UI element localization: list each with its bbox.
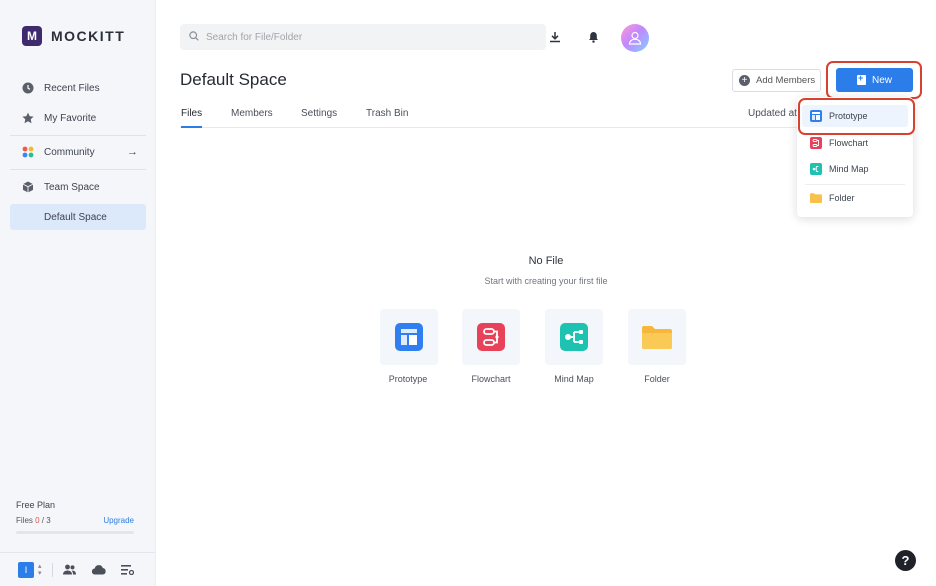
footer-divider: [51, 562, 53, 577]
new-button-label: New: [871, 74, 892, 86]
tile-label: Folder: [644, 374, 670, 384]
community-icon: [22, 146, 34, 158]
sidebar-item-team-space[interactable]: Team Space: [10, 174, 146, 200]
chevron-up-down-icon[interactable]: ▴ ▾: [38, 563, 42, 577]
sidebar-item-label: My Favorite: [44, 112, 97, 124]
upgrade-link[interactable]: Upgrade: [103, 516, 134, 525]
sidebar-item-my-favorite[interactable]: My Favorite: [10, 105, 146, 131]
new-button[interactable]: New: [836, 68, 913, 92]
create-folder-tile[interactable]: [628, 309, 686, 365]
empty-state-title: No File: [528, 255, 564, 267]
tile-label: Prototype: [388, 374, 428, 384]
user-avatar[interactable]: [621, 24, 649, 52]
sidebar-item-label: Community: [44, 146, 95, 158]
bell-icon[interactable]: [586, 30, 600, 44]
tab-files[interactable]: Files: [181, 108, 203, 128]
sidebar-item-label: Recent Files: [44, 82, 100, 94]
sidebar-item-label: Team Space: [44, 181, 100, 193]
mind-map-icon: [810, 163, 822, 175]
clock-icon: [22, 82, 34, 94]
arrow-right-icon: →: [127, 146, 138, 158]
create-flowchart-tile[interactable]: [462, 309, 520, 365]
brand-logo[interactable]: M MOCKITT: [22, 26, 125, 46]
new-file-icon: [856, 73, 866, 85]
search-input[interactable]: [206, 31, 506, 43]
files-usage: Files 0 / 3: [16, 516, 51, 525]
prototype-item-highlight: [798, 98, 915, 135]
sort-updated-at[interactable]: Updated at: [748, 108, 797, 119]
flowchart-icon: [477, 323, 505, 351]
user-icon: [628, 31, 642, 45]
sidebar: M MOCKITT Recent Files My Favorite Commu…: [0, 0, 156, 586]
mockitt-logo-icon: M: [22, 26, 42, 46]
sidebar-item-community[interactable]: Community →: [10, 139, 146, 165]
folder-icon: [810, 192, 822, 204]
mind-map-icon: [560, 323, 588, 351]
plan-usage-row: Files 0 / 3 Upgrade: [16, 516, 134, 525]
search-bar[interactable]: [180, 24, 546, 50]
empty-state-subtitle: Start with creating your first file: [484, 276, 608, 286]
help-button[interactable]: ?: [895, 550, 916, 571]
tab-trash-bin[interactable]: Trash Bin: [366, 108, 408, 128]
tab-members[interactable]: Members: [231, 108, 273, 128]
team-avatar[interactable]: I: [18, 561, 34, 578]
sidebar-divider: [10, 135, 146, 136]
tab-settings[interactable]: Settings: [301, 108, 337, 128]
flowchart-icon: [810, 137, 822, 149]
cube-icon: [22, 181, 34, 193]
usage-progress-bar: [16, 531, 134, 534]
brand-name: MOCKITT: [51, 28, 126, 44]
plan-info: Free Plan Files 0 / 3 Upgrade: [16, 500, 134, 534]
folder-icon: [642, 326, 672, 349]
tile-label: Flowchart: [471, 374, 511, 384]
add-members-button[interactable]: + Add Members: [732, 69, 821, 92]
page-title: Default Space: [180, 70, 287, 89]
sidebar-item-label: Default Space: [44, 211, 107, 223]
files-total: / 3: [39, 516, 51, 525]
sidebar-item-recent-files[interactable]: Recent Files: [10, 75, 146, 101]
dropdown-item-folder[interactable]: Folder: [802, 187, 908, 209]
create-mind-map-tile[interactable]: [545, 309, 603, 365]
dropdown-divider: [805, 184, 905, 185]
plan-name: Free Plan: [16, 500, 56, 510]
sidebar-footer: I ▴ ▾: [0, 552, 155, 586]
search-icon: [189, 28, 199, 46]
dropdown-item-label: Folder: [829, 193, 855, 203]
dropdown-item-mind-map[interactable]: Mind Map: [802, 158, 908, 180]
download-icon[interactable]: [548, 30, 562, 44]
settings-list-icon[interactable]: [121, 563, 135, 577]
sidebar-item-default-space[interactable]: Default Space: [10, 204, 146, 230]
prototype-icon: [395, 323, 423, 351]
files-label: Files: [16, 516, 33, 525]
cloud-icon[interactable]: [91, 563, 106, 577]
tile-label: Mind Map: [554, 374, 594, 384]
members-icon[interactable]: [63, 563, 77, 577]
dropdown-item-label: Flowchart: [829, 138, 869, 148]
add-members-label: Add Members: [756, 75, 816, 86]
star-icon: [22, 112, 34, 124]
dropdown-item-flowchart[interactable]: Flowchart: [802, 132, 908, 154]
plus-circle-icon: +: [739, 75, 750, 86]
sidebar-divider: [10, 169, 146, 170]
dropdown-item-label: Mind Map: [829, 164, 869, 174]
create-prototype-tile[interactable]: [380, 309, 438, 365]
